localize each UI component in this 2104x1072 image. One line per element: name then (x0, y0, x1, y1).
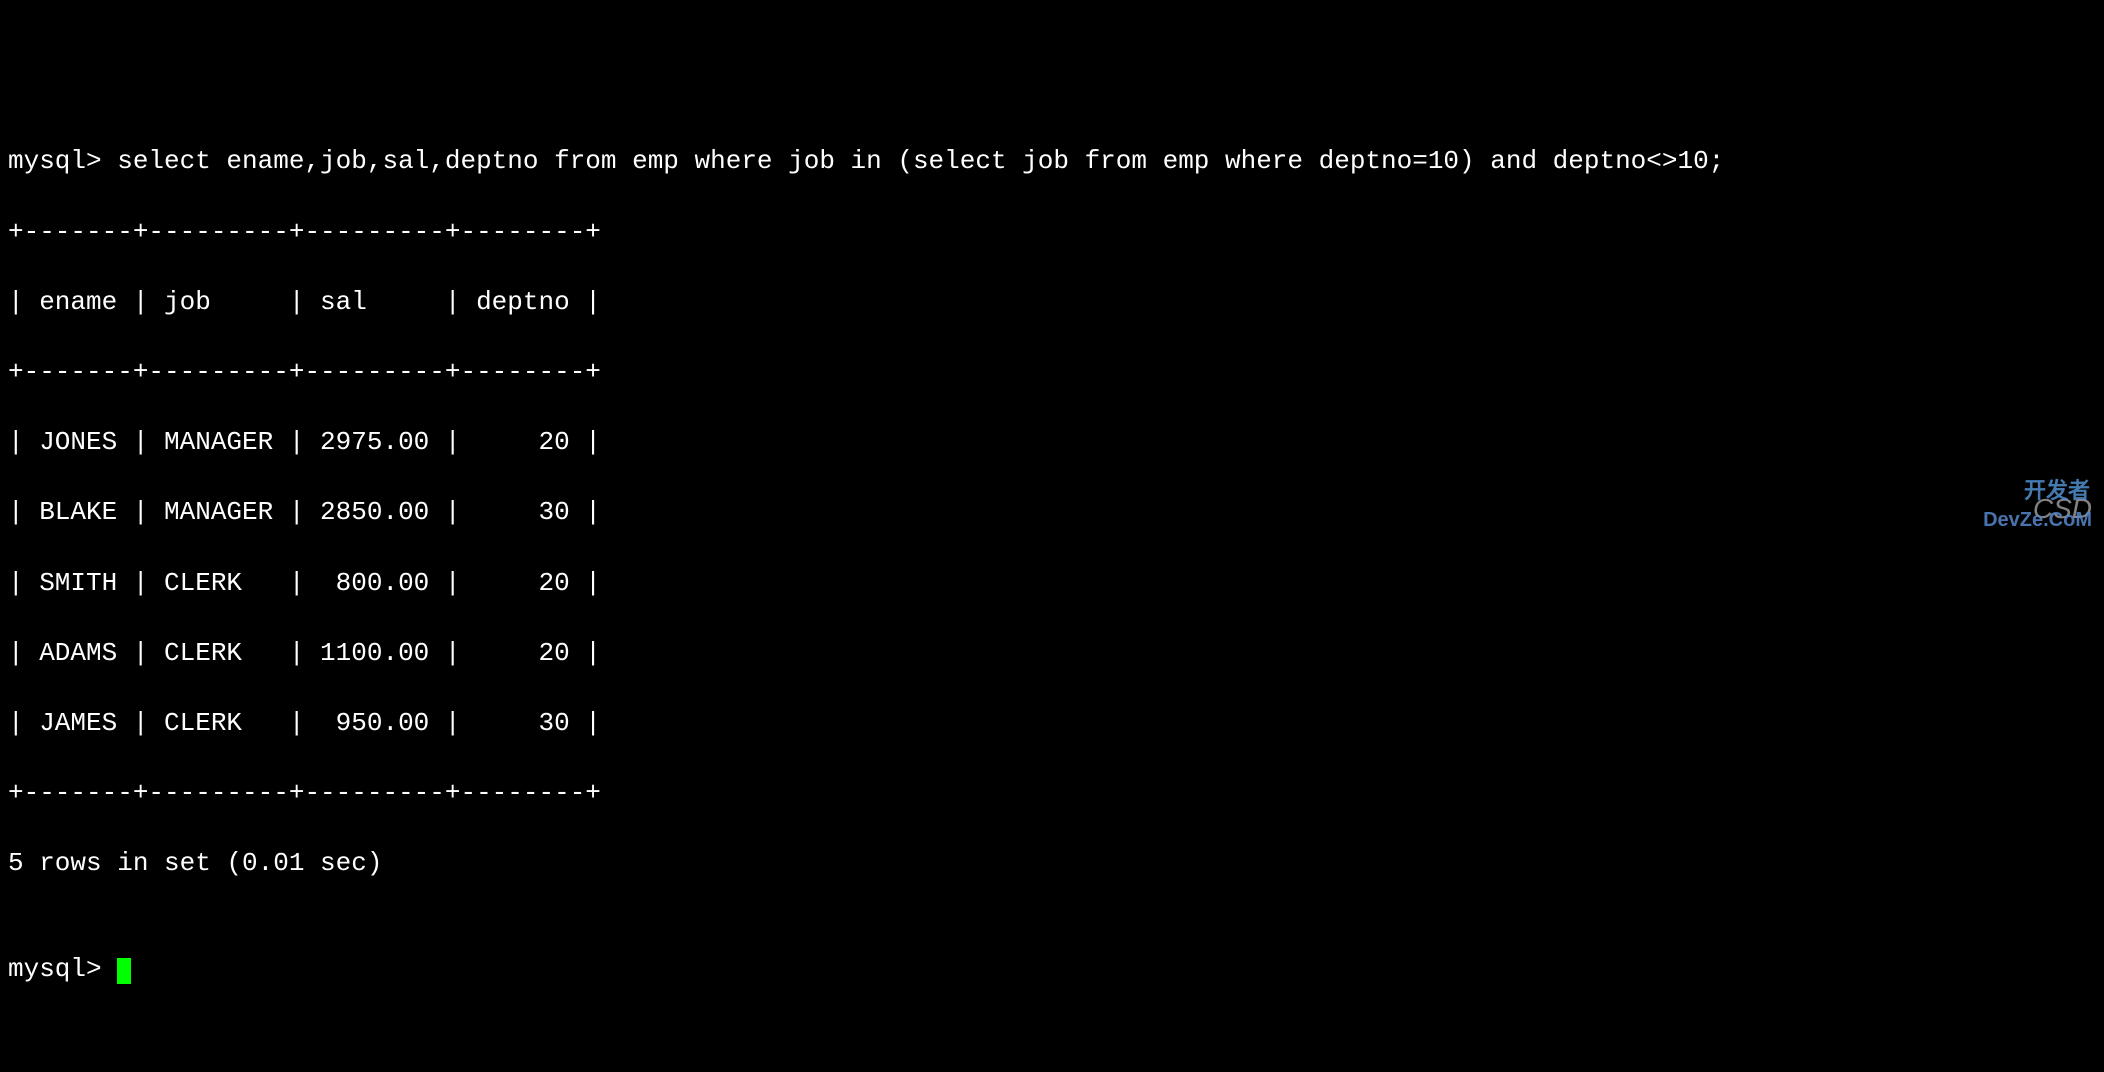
table-header: | ename | job | sal | deptno | (8, 285, 2096, 320)
table-border-top: +-------+---------+---------+--------+ (8, 215, 2096, 250)
cursor-icon (117, 958, 131, 984)
table-row: | JONES | MANAGER | 2975.00 | 20 | (8, 425, 2096, 460)
query-line: mysql> select ename,job,sal,deptno from … (8, 144, 2096, 179)
table-row: | BLAKE | MANAGER | 2850.00 | 30 | (8, 495, 2096, 530)
table-row: | SMITH | CLERK | 800.00 | 20 | (8, 566, 2096, 601)
mysql-prompt: mysql> (8, 146, 117, 176)
table-border-bot: +-------+---------+---------+--------+ (8, 776, 2096, 811)
prompt-line[interactable]: mysql> (8, 952, 2096, 987)
table-border-mid: +-------+---------+---------+--------+ (8, 355, 2096, 390)
table-row: | ADAMS | CLERK | 1100.00 | 20 | (8, 636, 2096, 671)
table-row: | JAMES | CLERK | 950.00 | 30 | (8, 706, 2096, 741)
result-summary: 5 rows in set (0.01 sec) (8, 846, 2096, 881)
sql-query: select ename,job,sal,deptno from emp whe… (117, 146, 1724, 176)
mysql-prompt: mysql> (8, 954, 117, 984)
watermark-dev: 开发者 (2024, 476, 2090, 506)
watermark-devze: DevZe.CoM (1983, 507, 2092, 534)
